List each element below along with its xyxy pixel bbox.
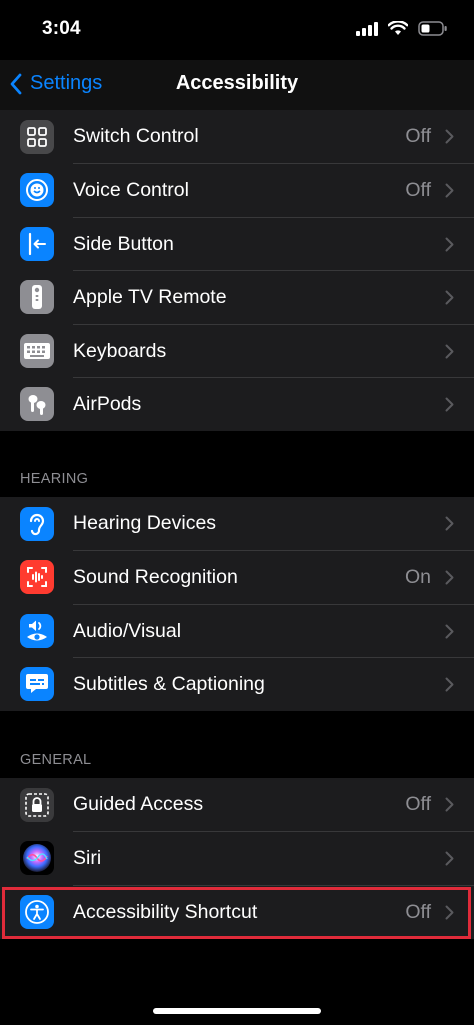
- voice-control-icon: [20, 173, 54, 208]
- row-label: Guided Access: [73, 793, 204, 816]
- row-voice-control[interactable]: Voice Control Off: [0, 163, 474, 218]
- chevron-right-icon: [445, 905, 454, 920]
- airpods-icon: [20, 387, 54, 422]
- row-audio-visual[interactable]: Audio/Visual: [0, 603, 474, 658]
- side-button-icon: [20, 226, 54, 261]
- chevron-right-icon: [445, 851, 454, 866]
- row-airpods[interactable]: AirPods: [0, 377, 474, 432]
- row-label: Subtitles & Captioning: [73, 673, 265, 696]
- battery-icon: [418, 21, 447, 36]
- row-label: Hearing Devices: [73, 512, 217, 535]
- row-switch-control[interactable]: Switch Control Off: [0, 110, 474, 164]
- row-label: Accessibility Shortcut: [73, 900, 258, 923]
- audio-visual-icon: [20, 613, 54, 648]
- cellular-signal-icon: [356, 21, 378, 36]
- siri-icon: [20, 841, 54, 876]
- row-value: Off: [405, 179, 431, 202]
- interaction-group: Switch Control Off Voice Control Off Sid…: [0, 110, 474, 431]
- status-icons: [356, 21, 448, 36]
- section-header-hearing: HEARING: [20, 471, 89, 487]
- chevron-right-icon: [445, 797, 454, 812]
- chevron-right-icon: [445, 129, 454, 144]
- back-button-label: Settings: [30, 72, 103, 94]
- row-accessibility-shortcut[interactable]: Accessibility Shortcut Off: [0, 884, 474, 939]
- row-keyboards[interactable]: Keyboards: [0, 323, 474, 378]
- row-label: Audio/Visual: [73, 619, 182, 642]
- ear-icon: [20, 506, 54, 541]
- chevron-right-icon: [445, 624, 454, 639]
- row-label: Side Button: [73, 232, 174, 255]
- chevron-right-icon: [445, 290, 454, 305]
- status-time: 3:04: [42, 18, 81, 39]
- chevron-right-icon: [445, 237, 454, 252]
- chevron-right-icon: [445, 397, 454, 412]
- row-value: Off: [405, 793, 431, 816]
- navigation-bar: Settings Accessibility: [0, 60, 474, 111]
- general-group: Guided Access Off Siri Accessibility Sho…: [0, 778, 474, 939]
- chevron-right-icon: [445, 183, 454, 198]
- chevron-right-icon: [445, 570, 454, 585]
- section-header-general: GENERAL: [20, 752, 92, 768]
- row-subtitles-captioning[interactable]: Subtitles & Captioning: [0, 657, 474, 712]
- keyboard-icon: [20, 333, 54, 368]
- subtitles-icon: [20, 667, 54, 702]
- row-label: Voice Control: [73, 179, 189, 202]
- row-guided-access[interactable]: Guided Access Off: [0, 778, 474, 832]
- row-hearing-devices[interactable]: Hearing Devices: [0, 497, 474, 551]
- wifi-icon: [388, 21, 408, 35]
- row-label: Keyboards: [73, 339, 167, 362]
- row-sound-recognition[interactable]: Sound Recognition On: [0, 550, 474, 605]
- chevron-left-icon: [10, 73, 22, 94]
- row-side-button[interactable]: Side Button: [0, 216, 474, 271]
- row-label: Siri: [73, 847, 102, 870]
- row-siri[interactable]: Siri: [0, 831, 474, 886]
- chevron-right-icon: [445, 516, 454, 531]
- row-label: Sound Recognition: [73, 566, 238, 589]
- status-bar: 3:04: [0, 0, 474, 60]
- row-label: Apple TV Remote: [73, 286, 227, 309]
- row-label: AirPods: [73, 393, 142, 416]
- sound-recognition-icon: [20, 560, 54, 595]
- row-apple-tv-remote[interactable]: Apple TV Remote: [0, 270, 474, 325]
- lock-icon: [20, 787, 54, 822]
- switch-control-icon: [20, 119, 54, 154]
- home-indicator[interactable]: [153, 1008, 321, 1014]
- row-value: Off: [405, 900, 431, 923]
- chevron-right-icon: [445, 344, 454, 359]
- chevron-right-icon: [445, 677, 454, 692]
- row-value: On: [404, 566, 431, 589]
- row-value: Off: [405, 125, 431, 148]
- tv-remote-icon: [20, 280, 54, 315]
- hearing-group: Hearing Devices Sound Recognition On Aud…: [0, 497, 474, 711]
- row-label: Switch Control: [73, 125, 199, 148]
- accessibility-icon: [20, 894, 54, 929]
- back-button[interactable]: Settings: [10, 72, 102, 95]
